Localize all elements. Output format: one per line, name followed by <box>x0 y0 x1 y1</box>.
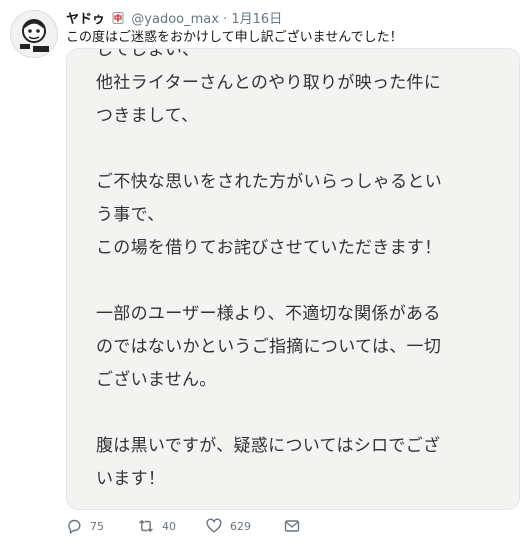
retweet-button[interactable]: 40 <box>138 518 176 534</box>
image-text-line <box>96 496 442 509</box>
tweet-date[interactable]: 1月16日 <box>231 12 282 27</box>
like-button[interactable]: 629 <box>206 518 251 534</box>
reply-count: 75 <box>90 519 104 533</box>
reply-icon <box>68 519 81 534</box>
image-text-lines: してしまい、他社ライターさんとのやり取りが映った件に つきまして、ご不快な思いをさ… <box>96 48 442 509</box>
tweet-text: この度はご迷惑をおかけして申し訳ございませんでした！ <box>66 30 403 45</box>
user-handle[interactable]: @yadoo_max <box>131 12 219 27</box>
image-text-line: してしまい、 <box>96 48 200 60</box>
tweet-media-image[interactable]: してしまい、他社ライターさんとのやり取りが映った件に つきまして、ご不快な思いをさ… <box>66 48 520 510</box>
image-text-line: のではないかというご指摘については、一切 <box>96 337 442 357</box>
image-text-line: 他社ライターさんとのやり取りが映った件に <box>96 73 442 93</box>
avatar[interactable] <box>10 10 58 58</box>
like-count: 629 <box>230 519 251 533</box>
mahjong-chun-tile-icon <box>112 12 124 24</box>
direct-message-button[interactable] <box>284 518 308 534</box>
image-text-line <box>96 133 442 166</box>
image-text-line: う事で、 <box>96 205 165 225</box>
the-beast-logo-icon <box>20 19 49 52</box>
heart-icon <box>206 518 222 533</box>
reply-button[interactable]: 75 <box>66 518 104 534</box>
envelope-icon <box>284 520 300 532</box>
image-text-line <box>96 397 442 430</box>
image-text-line: この場を借りてお詫びさせていただきます！ <box>96 238 442 258</box>
retweet-count: 40 <box>162 519 176 533</box>
image-text-line: つきまして、 <box>96 106 199 126</box>
separator-dot: · <box>223 12 228 27</box>
image-text-line: います！ <box>96 469 166 489</box>
image-text-line: ございません。 <box>96 370 217 390</box>
tweet-header: ヤドゥ @yadoo_max · 1月16日 <box>66 8 282 27</box>
display-name[interactable]: ヤドゥ <box>66 12 105 27</box>
image-text-line: 一部のユーザー様より、不適切な関係がある <box>96 304 441 324</box>
tweet-actions: 75 40 629 <box>66 518 526 538</box>
image-text-line: 腹は黒いですが、疑惑についてはシロでござ <box>96 436 441 456</box>
image-text-line <box>96 265 442 298</box>
retweet-icon <box>139 520 153 532</box>
image-text-line: ご不快な思いをされた方がいらっしゃるとい <box>96 172 442 192</box>
